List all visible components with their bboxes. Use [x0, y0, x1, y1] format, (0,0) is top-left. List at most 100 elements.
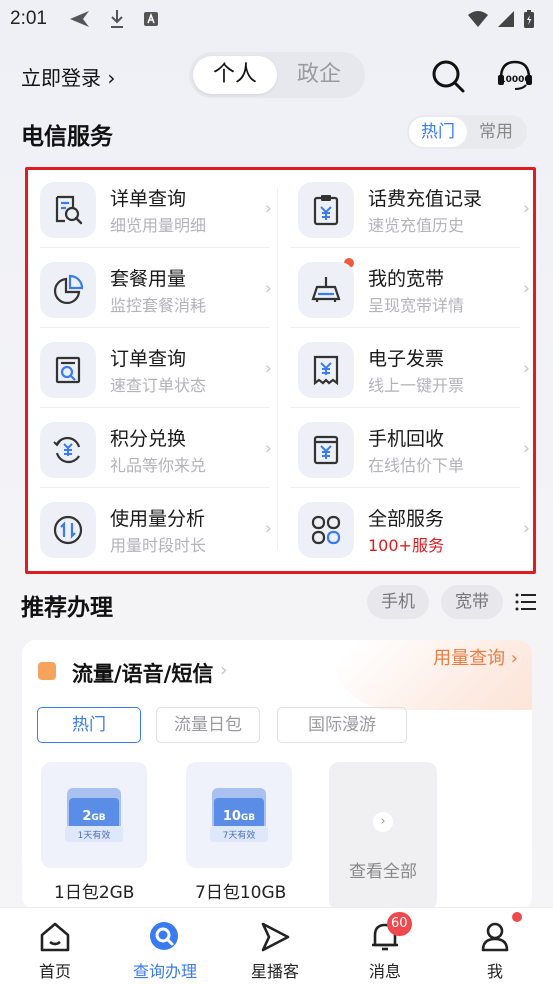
segment-enterprise[interactable]: 政企: [277, 56, 361, 94]
nav-home[interactable]: 首页: [0, 908, 110, 984]
nav-label: 查询办理: [132, 962, 197, 981]
service-title: 手机回收: [368, 428, 445, 450]
nav-me[interactable]: 我: [440, 908, 550, 984]
chevron-right-icon: ›: [373, 812, 393, 832]
service-title: 详单查询: [110, 188, 187, 210]
signal-icon: [498, 11, 514, 27]
recommend-chip-phone[interactable]: 手机: [367, 585, 429, 619]
service-title: 我的宽带: [368, 268, 445, 290]
services-grid: 详单查询 细览用量明细 › 话费充值记录 速览充值历史 › 套餐用量 监控套餐消…: [25, 167, 536, 574]
pie-usage-icon: [53, 274, 84, 305]
service-title: 电子发票: [368, 348, 445, 370]
message-badge: 60: [387, 912, 412, 936]
top-header: 立即登录 › 个人 政企 10000: [0, 50, 553, 102]
service-subtitle: 细览用量明细: [110, 216, 207, 235]
filter-hot[interactable]: 热门: [409, 117, 467, 147]
home-icon: [40, 922, 70, 952]
recommend-title: 推荐办理: [21, 595, 113, 621]
nav-label: 首页: [38, 962, 71, 981]
nav-podcast[interactable]: 星播客: [220, 908, 330, 984]
telecom-services-title: 电信服务: [21, 124, 113, 150]
filter-common[interactable]: 常用: [467, 117, 525, 147]
send-icon: [69, 11, 89, 27]
nav-label: 星播客: [250, 962, 299, 981]
10000-icon[interactable]: 10000: [496, 58, 534, 94]
order-search-icon: [55, 356, 81, 384]
service-subtitle: 礼品等你来兑: [110, 456, 207, 475]
service-subtitle: 监控套餐消耗: [110, 296, 207, 315]
service-subtitle: 100+服务: [368, 536, 444, 555]
usage-analysis-icon: [53, 515, 83, 545]
card-title[interactable]: 流量/语音/短信: [72, 658, 213, 688]
chevron-right-icon: ›: [522, 278, 530, 299]
tab-hot[interactable]: 热门: [37, 707, 141, 743]
service-subtitle: 在线估价下单: [368, 456, 465, 475]
battery-icon: [524, 10, 534, 28]
chevron-right-icon: ›: [264, 518, 272, 539]
service-order-query[interactable]: 订单查询 速查订单状态 ›: [28, 330, 278, 410]
service-subtitle: 呈现宽带详情: [368, 296, 465, 315]
search-icon[interactable]: [430, 58, 466, 94]
query-icon: [150, 922, 178, 950]
view-all-button[interactable]: › 查看全部: [329, 762, 437, 910]
svg-text:7天有效: 7天有效: [223, 829, 256, 841]
tab-daily-data[interactable]: 流量日包: [156, 707, 260, 743]
data-card-icon: 2GB 1天有效: [65, 788, 123, 842]
service-points-exchange[interactable]: 积分兑换 礼品等你来兑 ›: [28, 410, 278, 490]
service-subtitle: 线上一键开票: [368, 376, 465, 395]
recommend-chip-broadband[interactable]: 宽带: [441, 585, 503, 619]
list-icon[interactable]: [515, 591, 537, 613]
notification-dot: [512, 912, 522, 922]
person-icon: [481, 922, 509, 952]
service-title: 套餐用量: [110, 268, 187, 290]
chevron-right-icon: ›: [220, 659, 228, 681]
usage-query-link[interactable]: 用量查询 ›: [433, 644, 518, 670]
data-package-card: 流量/语音/短信 › 用量查询 › 热门 流量日包 国际漫游 2GB 1天有效 …: [22, 640, 532, 910]
chevron-right-icon: ›: [522, 438, 530, 459]
all-services-icon: [311, 515, 341, 545]
view-all-label: 查看全部: [349, 862, 417, 882]
status-time: 2:01: [10, 8, 47, 29]
service-subtitle: 速查订单状态: [110, 376, 207, 395]
chevron-right-icon: ›: [264, 358, 272, 379]
bill-search-icon: [55, 195, 83, 225]
telecom-filter: 热门 常用: [407, 115, 527, 149]
data-card-icon: 10GB 7天有效: [210, 788, 268, 842]
service-title: 话费充值记录: [368, 188, 483, 210]
svg-text:1天有效: 1天有效: [78, 829, 111, 841]
chevron-right-icon: ›: [522, 358, 530, 379]
nav-label: 我: [486, 962, 503, 981]
nav-label: 消息: [368, 962, 401, 981]
segment-personal[interactable]: 个人: [193, 56, 277, 94]
account-type-switch[interactable]: 个人 政企: [189, 52, 365, 98]
service-phone-recycle[interactable]: 手机回收 在线估价下单 ›: [286, 410, 536, 490]
package-item[interactable]: 2GB 1天有效: [41, 762, 147, 868]
tab-roaming[interactable]: 国际漫游: [277, 707, 407, 743]
service-bill-detail[interactable]: 详单查询 细览用量明细 ›: [28, 170, 278, 250]
service-usage-analysis[interactable]: 使用量分析 用量时段时长 ›: [28, 490, 278, 570]
login-link[interactable]: 立即登录 ›: [21, 62, 115, 91]
service-subtitle: 速览充值历史: [368, 216, 465, 235]
wifi-icon: [468, 11, 488, 27]
service-recharge-record[interactable]: 话费充值记录 速览充值历史 ›: [286, 170, 536, 250]
phone-recycle-icon: [313, 435, 339, 465]
package-label: 1日包2GB: [54, 883, 135, 903]
chevron-right-icon: ›: [264, 198, 272, 219]
play-icon: [261, 922, 290, 952]
service-e-invoice[interactable]: 电子发票 线上一键开票 ›: [286, 330, 536, 410]
service-all-services[interactable]: 全部服务 100+服务 ›: [286, 490, 536, 570]
service-title: 使用量分析: [110, 508, 206, 530]
router-icon: [311, 277, 341, 302]
chevron-right-icon: ›: [522, 518, 530, 539]
svg-text:10000: 10000: [499, 75, 530, 85]
points-exchange-icon: [53, 436, 81, 464]
status-bar: 2:01: [0, 0, 553, 38]
service-my-broadband[interactable]: 我的宽带 呈现宽带详情 ›: [286, 250, 536, 330]
service-plan-usage[interactable]: 套餐用量 监控套餐消耗 ›: [28, 250, 278, 330]
chevron-right-icon: ›: [522, 198, 530, 219]
package-label: 7日包10GB: [195, 883, 287, 903]
package-item[interactable]: 10GB 7天有效: [186, 762, 292, 868]
nav-messages[interactable]: 60 消息: [330, 908, 440, 984]
service-subtitle: 用量时段时长: [110, 536, 207, 555]
nav-query[interactable]: 查询办理: [110, 908, 220, 984]
